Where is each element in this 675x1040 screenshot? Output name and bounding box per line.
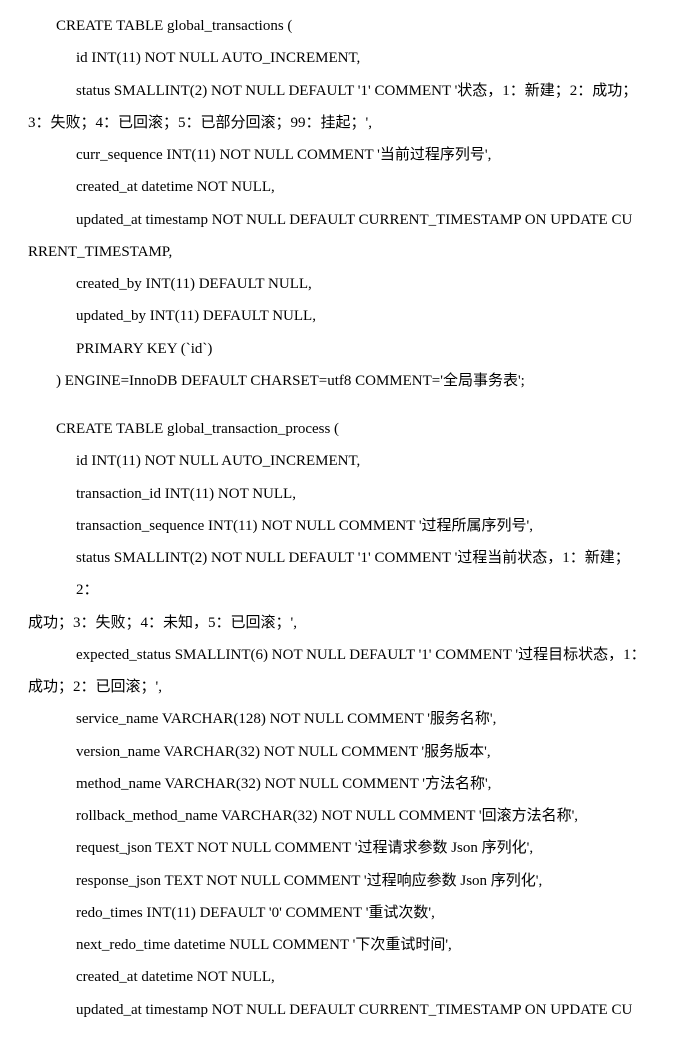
code-text: updated_at timestamp NOT NULL DEFAULT CU… xyxy=(76,1002,632,1018)
code-text: curr_sequence INT(11) NOT NULL COMMENT '… xyxy=(76,147,491,163)
code-line-wrap: RRENT_TIMESTAMP, xyxy=(28,236,647,268)
code-text: expected_status SMALLINT(6) NOT NULL DEF… xyxy=(76,647,646,663)
code-text: response_json TEXT NOT NULL COMMENT '过程响… xyxy=(76,873,542,889)
code-text: updated_by INT(11) DEFAULT NULL, xyxy=(76,308,316,324)
code-line: transaction_sequence INT(11) NOT NULL CO… xyxy=(28,510,647,542)
code-line: updated_at timestamp NOT NULL DEFAULT CU… xyxy=(28,994,647,1026)
code-text: status SMALLINT(2) NOT NULL DEFAULT '1' … xyxy=(76,83,637,99)
code-text: transaction_sequence INT(11) NOT NULL CO… xyxy=(76,518,533,534)
code-line: redo_times INT(11) DEFAULT '0' COMMENT '… xyxy=(28,897,647,929)
code-line: id INT(11) NOT NULL AUTO_INCREMENT, xyxy=(28,445,647,477)
code-text: created_at datetime NOT NULL, xyxy=(76,179,275,195)
code-text: CREATE TABLE global_transactions ( xyxy=(56,18,292,34)
code-text: 3：失败；4：已回滚；5：已部分回滚；99：挂起；', xyxy=(28,115,372,131)
code-line: status SMALLINT(2) NOT NULL DEFAULT '1' … xyxy=(28,542,647,607)
code-line: request_json TEXT NOT NULL COMMENT '过程请求… xyxy=(28,832,647,864)
code-text: request_json TEXT NOT NULL COMMENT '过程请求… xyxy=(76,840,533,856)
code-text: version_name VARCHAR(32) NOT NULL COMMEN… xyxy=(76,744,491,760)
code-line: rollback_method_name VARCHAR(32) NOT NUL… xyxy=(28,800,647,832)
code-text: RRENT_TIMESTAMP, xyxy=(28,244,172,260)
code-line: created_at datetime NOT NULL, xyxy=(28,171,647,203)
code-text: ) ENGINE=InnoDB DEFAULT CHARSET=utf8 COM… xyxy=(56,373,525,389)
code-text: service_name VARCHAR(128) NOT NULL COMME… xyxy=(76,711,496,727)
code-line: response_json TEXT NOT NULL COMMENT '过程响… xyxy=(28,865,647,897)
code-line: updated_at timestamp NOT NULL DEFAULT CU… xyxy=(28,204,647,236)
code-text: id INT(11) NOT NULL AUTO_INCREMENT, xyxy=(76,50,360,66)
code-line: next_redo_time datetime NULL COMMENT '下次… xyxy=(28,929,647,961)
sql-document: CREATE TABLE global_transactions ( id IN… xyxy=(28,10,647,1026)
code-text: transaction_id INT(11) NOT NULL, xyxy=(76,486,296,502)
code-line: status SMALLINT(2) NOT NULL DEFAULT '1' … xyxy=(28,75,647,107)
code-text: method_name VARCHAR(32) NOT NULL COMMENT… xyxy=(76,776,491,792)
code-line: curr_sequence INT(11) NOT NULL COMMENT '… xyxy=(28,139,647,171)
code-text: next_redo_time datetime NULL COMMENT '下次… xyxy=(76,937,452,953)
code-text: id INT(11) NOT NULL AUTO_INCREMENT, xyxy=(76,453,360,469)
code-text: redo_times INT(11) DEFAULT '0' COMMENT '… xyxy=(76,905,435,921)
code-text: 成功；2：已回滚；', xyxy=(28,679,162,695)
code-line-wrap: 成功；3：失败；4：未知，5：已回滚；', xyxy=(28,607,647,639)
code-line-wrap: 3：失败；4：已回滚；5：已部分回滚；99：挂起；', xyxy=(28,107,647,139)
code-text: CREATE TABLE global_transaction_process … xyxy=(56,421,339,437)
code-text: created_by INT(11) DEFAULT NULL, xyxy=(76,276,312,292)
code-line: id INT(11) NOT NULL AUTO_INCREMENT, xyxy=(28,42,647,74)
code-line: CREATE TABLE global_transactions ( xyxy=(28,10,647,42)
code-line: method_name VARCHAR(32) NOT NULL COMMENT… xyxy=(28,768,647,800)
code-line: ) ENGINE=InnoDB DEFAULT CHARSET=utf8 COM… xyxy=(28,365,647,397)
code-text: 成功；3：失败；4：未知，5：已回滚；', xyxy=(28,615,297,631)
code-line: created_at datetime NOT NULL, xyxy=(28,961,647,993)
code-line: updated_by INT(11) DEFAULT NULL, xyxy=(28,300,647,332)
code-line: PRIMARY KEY (`id`) xyxy=(28,333,647,365)
code-line: transaction_id INT(11) NOT NULL, xyxy=(28,478,647,510)
code-text: status SMALLINT(2) NOT NULL DEFAULT '1' … xyxy=(76,550,630,598)
code-text: updated_at timestamp NOT NULL DEFAULT CU… xyxy=(76,212,632,228)
code-line-wrap: 成功；2：已回滚；', xyxy=(28,671,647,703)
code-line: service_name VARCHAR(128) NOT NULL COMME… xyxy=(28,703,647,735)
code-text: created_at datetime NOT NULL, xyxy=(76,969,275,985)
code-line: created_by INT(11) DEFAULT NULL, xyxy=(28,268,647,300)
code-line: version_name VARCHAR(32) NOT NULL COMMEN… xyxy=(28,736,647,768)
code-text: rollback_method_name VARCHAR(32) NOT NUL… xyxy=(76,808,578,824)
code-line: CREATE TABLE global_transaction_process … xyxy=(28,413,647,445)
code-line: expected_status SMALLINT(6) NOT NULL DEF… xyxy=(28,639,647,671)
code-text: PRIMARY KEY (`id`) xyxy=(76,341,212,357)
spacer xyxy=(28,397,647,413)
